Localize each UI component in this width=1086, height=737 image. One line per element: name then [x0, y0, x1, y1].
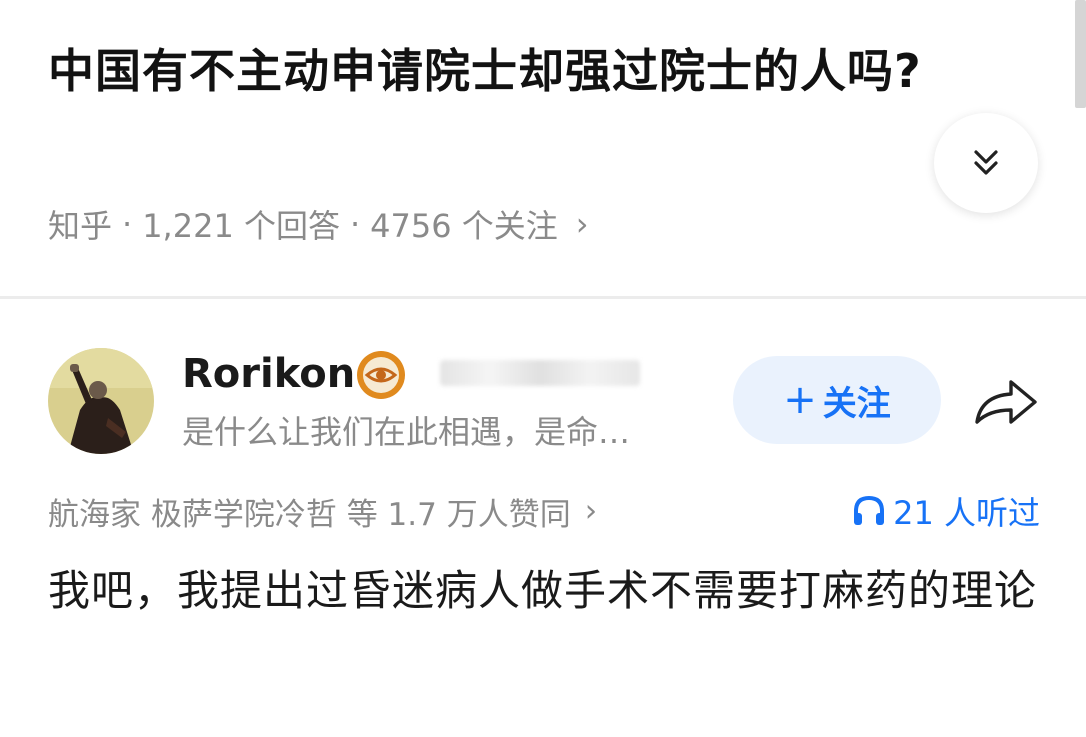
headphones-icon — [854, 495, 885, 525]
share-button[interactable] — [968, 370, 1044, 434]
followers-count: 4756 个关注 — [370, 207, 558, 245]
answers-count: 1,221 个回答 — [142, 207, 340, 245]
section-divider — [0, 296, 1086, 299]
scrollbar-thumb[interactable] — [1075, 0, 1086, 108]
upvoters-line[interactable]: 航海家 极萨学院冷哲 等 1.7 万人赞同 › — [48, 488, 597, 534]
author-avatar[interactable] — [48, 348, 154, 454]
listened-count[interactable]: 21 人听过 — [851, 488, 1040, 534]
meta-separator: · — [349, 205, 361, 243]
share-arrow-icon — [975, 380, 1037, 424]
question-meta[interactable]: 知乎 · 1,221 个回答 · 4756 个关注 › — [48, 200, 589, 248]
chevron-right-icon: › — [584, 493, 598, 529]
double-chevron-down-icon — [974, 150, 998, 175]
listened-text: 21 人听过 — [893, 494, 1040, 532]
eye-badge-icon — [355, 349, 407, 401]
expand-button[interactable] — [934, 113, 1038, 213]
avatar-image — [48, 348, 154, 454]
author-bio: 是什么让我们在此相遇，是命… — [182, 413, 631, 451]
answer-content[interactable]: 我吧，我提出过昏迷病人做手术不需要打麻药的理论 — [48, 560, 1048, 622]
plus-icon: + — [783, 377, 817, 423]
follow-label: 关注 — [822, 383, 891, 424]
upvoters-text: 航海家 极萨学院冷哲 等 1.7 万人赞同 — [48, 496, 571, 533]
meta-separator: · — [122, 205, 133, 243]
author-name[interactable]: Rorikon — [182, 350, 355, 398]
question-title[interactable]: 中国有不主动申请院士却强过院士的人吗? — [48, 34, 988, 108]
blurred-region — [440, 360, 640, 386]
source-label: 知乎 — [48, 207, 113, 245]
chevron-right-icon: › — [575, 205, 589, 243]
follow-button[interactable]: + 关注 — [733, 356, 941, 444]
